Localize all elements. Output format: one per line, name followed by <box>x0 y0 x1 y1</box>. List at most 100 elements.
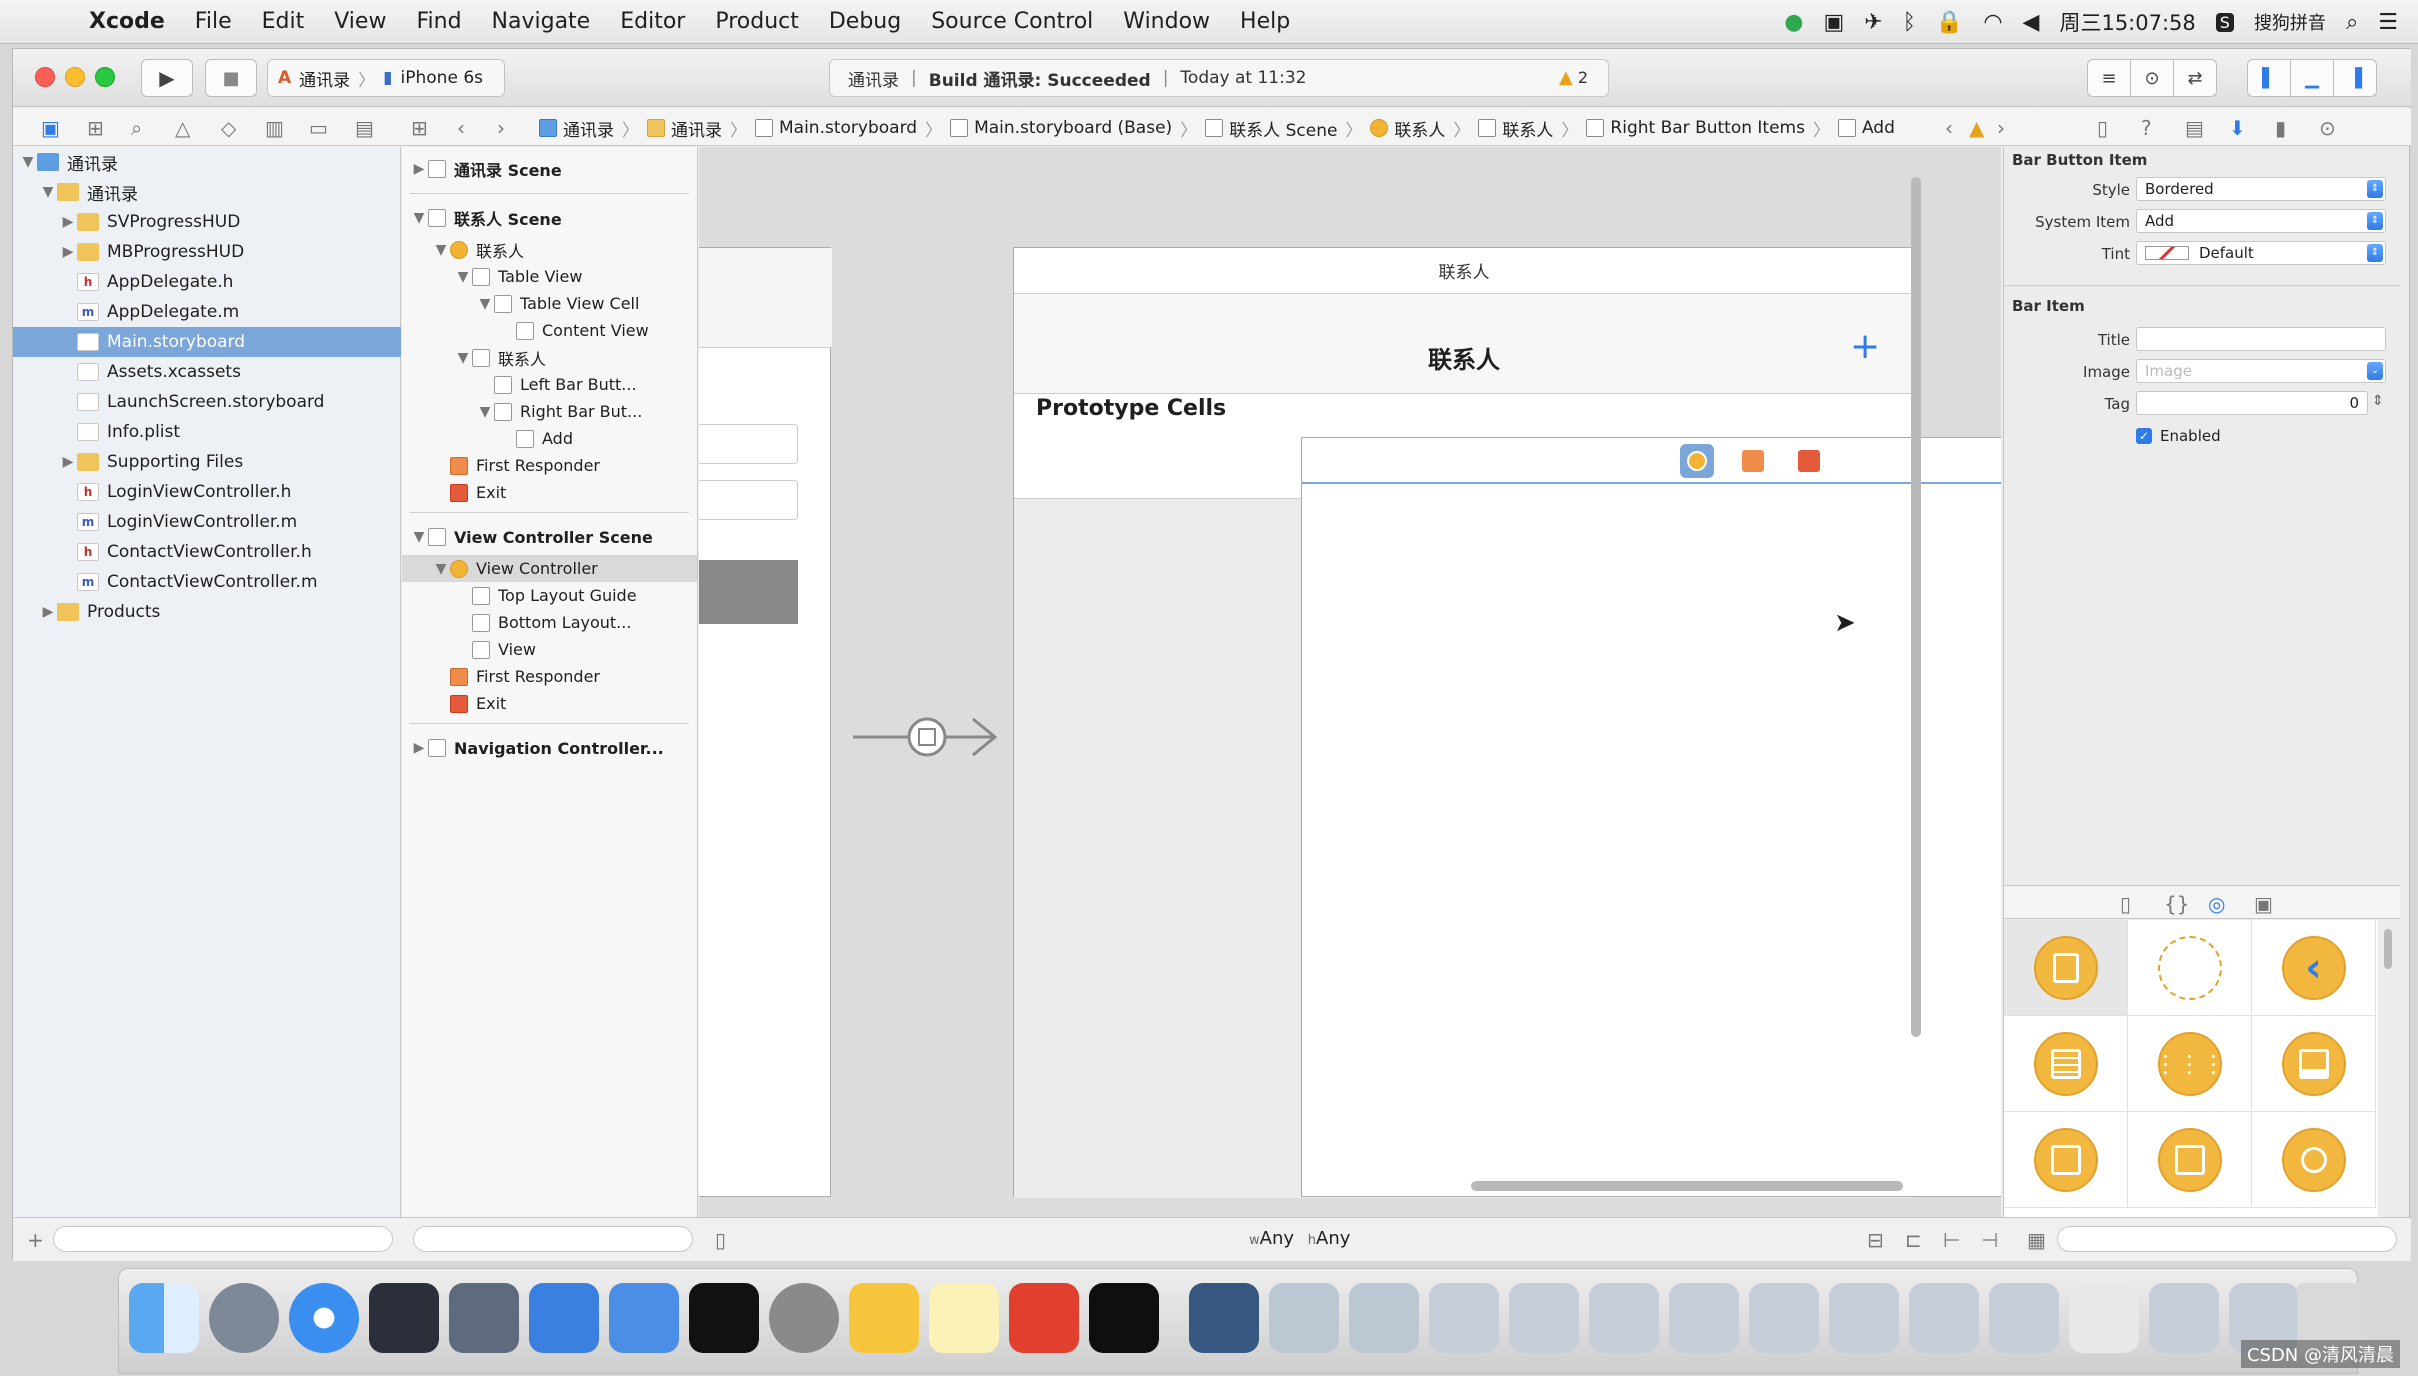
add-file-icon[interactable]: + <box>27 1228 44 1252</box>
library-item[interactable]: ⋮⋮⋮ <box>2128 1016 2252 1112</box>
pin-icon[interactable]: ⊢ <box>1943 1228 1960 1252</box>
identity-inspector-icon[interactable]: ▤ <box>2185 116 2204 140</box>
disclosure-icon[interactable]: ▶ <box>59 214 77 230</box>
breakpoint-navigator-icon[interactable]: ▭ <box>309 116 328 140</box>
menu-editor[interactable]: Editor <box>605 0 700 44</box>
menu-edit[interactable]: Edit <box>247 0 320 44</box>
finder-icon[interactable] <box>129 1283 199 1353</box>
menu-file[interactable]: File <box>180 0 247 44</box>
outline-row[interactable]: Bottom Layout... <box>402 609 697 636</box>
first-responder-icon[interactable] <box>1742 450 1764 472</box>
report-navigator-icon[interactable]: ▤ <box>355 116 374 140</box>
minimized-window-icon[interactable] <box>1749 1283 1819 1353</box>
text-field[interactable] <box>699 424 798 464</box>
file-row[interactable]: h LoginViewController.h <box>13 477 401 507</box>
library-item[interactable] <box>2004 1112 2128 1208</box>
airplane-icon[interactable]: ✈ <box>1864 10 1882 35</box>
photo-slideshow-icon[interactable] <box>449 1283 519 1353</box>
run-button[interactable]: ▶ <box>141 59 193 97</box>
object-library-icon[interactable]: ◎ <box>2208 892 2225 916</box>
file-row[interactable]: Main.storyboard <box>13 327 401 357</box>
toggle-navigator-button[interactable]: ▌ <box>2247 59 2291 97</box>
minimized-window-icon[interactable] <box>1589 1283 1659 1353</box>
system-preferences-icon[interactable] <box>769 1283 839 1353</box>
find-navigator-icon[interactable]: ⌕ <box>131 116 142 140</box>
outline-scene-row[interactable]: ▶ 通讯录 Scene <box>402 151 697 187</box>
outline-row[interactable]: ▼ 联系人 <box>402 344 697 371</box>
play-status-icon[interactable]: ● <box>1784 10 1803 35</box>
sketch-icon[interactable] <box>849 1283 919 1353</box>
library-item[interactable]: ‹ <box>2252 920 2376 1016</box>
wifi-icon[interactable]: ◠ <box>1983 10 2002 35</box>
style-popup[interactable]: Bordered ⇕ <box>2136 177 2386 201</box>
minimized-window-icon[interactable] <box>2149 1283 2219 1353</box>
symbol-navigator-icon[interactable]: ⊞ <box>87 116 104 140</box>
jump-item[interactable]: 联系人 <box>1394 116 1445 141</box>
disclosure-icon[interactable]: ▼ <box>476 296 494 312</box>
quicktime-icon[interactable] <box>1189 1283 1259 1353</box>
terminal-icon[interactable] <box>689 1283 759 1353</box>
text-field[interactable] <box>699 480 798 520</box>
toggle-outline-icon[interactable]: ▯ <box>715 1228 726 1252</box>
minimize-window-button[interactable] <box>65 67 85 87</box>
outline-row[interactable]: ▼ Right Bar But... <box>402 398 697 425</box>
tag-stepper-icon[interactable]: ⇕ <box>2372 393 2384 409</box>
debug-navigator-icon[interactable]: ▥ <box>265 116 284 140</box>
bluetooth-icon[interactable]: ᛒ <box>1903 10 1916 35</box>
outline-row[interactable]: Top Layout Guide <box>402 582 697 609</box>
file-row[interactable]: ▶ Products <box>13 597 401 627</box>
notification-center-icon[interactable]: ☰ <box>2378 10 2398 35</box>
file-template-icon[interactable]: ▯ <box>2120 892 2131 916</box>
next-issue-icon[interactable]: › <box>1997 116 2005 140</box>
xcode-icon[interactable] <box>529 1283 599 1353</box>
outline-row[interactable]: ▼ Table View <box>402 263 697 290</box>
library-item[interactable] <box>2128 920 2252 1016</box>
jump-item[interactable]: Main.storyboard (Base) <box>974 118 1172 138</box>
title-field[interactable] <box>2136 327 2386 351</box>
menu-window[interactable]: Window <box>1108 0 1225 44</box>
disclosure-icon[interactable]: ▼ <box>454 350 472 366</box>
login-button[interactable] <box>699 560 798 624</box>
stop-button[interactable]: ■ <box>205 59 257 97</box>
outline-scene-row[interactable]: ▼ View Controller Scene <box>402 519 697 555</box>
file-row[interactable]: Assets.xcassets <box>13 357 401 387</box>
library-grid-icon[interactable]: ▦ <box>2027 1228 2046 1252</box>
apple-icon[interactable] <box>26 0 74 44</box>
file-inspector-icon[interactable]: ▯ <box>2097 116 2108 140</box>
standard-editor-button[interactable]: ≡ <box>2087 59 2131 97</box>
file-row[interactable]: Info.plist <box>13 417 401 447</box>
outline-row[interactable]: View <box>402 636 697 663</box>
library-scrollbar[interactable] <box>2384 929 2392 969</box>
outline-scene-row[interactable]: ▼ 联系人 Scene <box>402 200 697 236</box>
disclosure-icon[interactable]: ▼ <box>476 404 494 420</box>
disclosure-icon[interactable]: ▶ <box>59 244 77 260</box>
version-editor-button[interactable]: ⇄ <box>2173 59 2217 97</box>
disclosure-icon[interactable]: ▼ <box>410 210 428 226</box>
jump-item[interactable]: Add <box>1862 118 1895 138</box>
menu-view[interactable]: View <box>319 0 401 44</box>
jump-item[interactable]: 通讯录 <box>671 116 722 141</box>
library-item[interactable] <box>2128 1112 2252 1208</box>
notes-icon[interactable] <box>929 1283 999 1353</box>
outline-row[interactable]: Exit <box>402 690 697 717</box>
outline-row[interactable]: ▼ 联系人 <box>402 236 697 263</box>
scheme-selector[interactable]: A 通讯录 〉 ▮ iPhone 6s <box>267 59 505 97</box>
disclosure-icon[interactable]: ▼ <box>410 529 428 545</box>
view-controller-icon[interactable] <box>1680 444 1714 478</box>
mouse-app-icon[interactable] <box>369 1283 439 1353</box>
jump-item[interactable]: Main.storyboard <box>779 118 917 138</box>
disclosure-icon[interactable]: ▶ <box>410 161 428 177</box>
horizontal-scrollbar[interactable] <box>1471 1181 1903 1191</box>
launchpad-icon[interactable] <box>209 1283 279 1353</box>
disclosure-icon[interactable]: ▼ <box>432 561 450 577</box>
exit-icon[interactable] <box>1798 450 1820 472</box>
file-row[interactable]: m LoginViewController.m <box>13 507 401 537</box>
enabled-checkbox[interactable]: ✓ Enabled <box>2136 427 2221 445</box>
embed-icon[interactable]: ⊟ <box>1867 1228 1884 1252</box>
disclosure-icon[interactable]: ▶ <box>410 740 428 756</box>
disclosure-icon[interactable]: ▶ <box>59 454 77 470</box>
disclosure-icon[interactable]: ▼ <box>19 154 37 170</box>
library-item[interactable] <box>2252 1112 2376 1208</box>
camera-icon[interactable]: ▣ <box>1823 10 1844 35</box>
resolve-issues-icon[interactable]: ⊣ <box>1981 1228 1998 1252</box>
